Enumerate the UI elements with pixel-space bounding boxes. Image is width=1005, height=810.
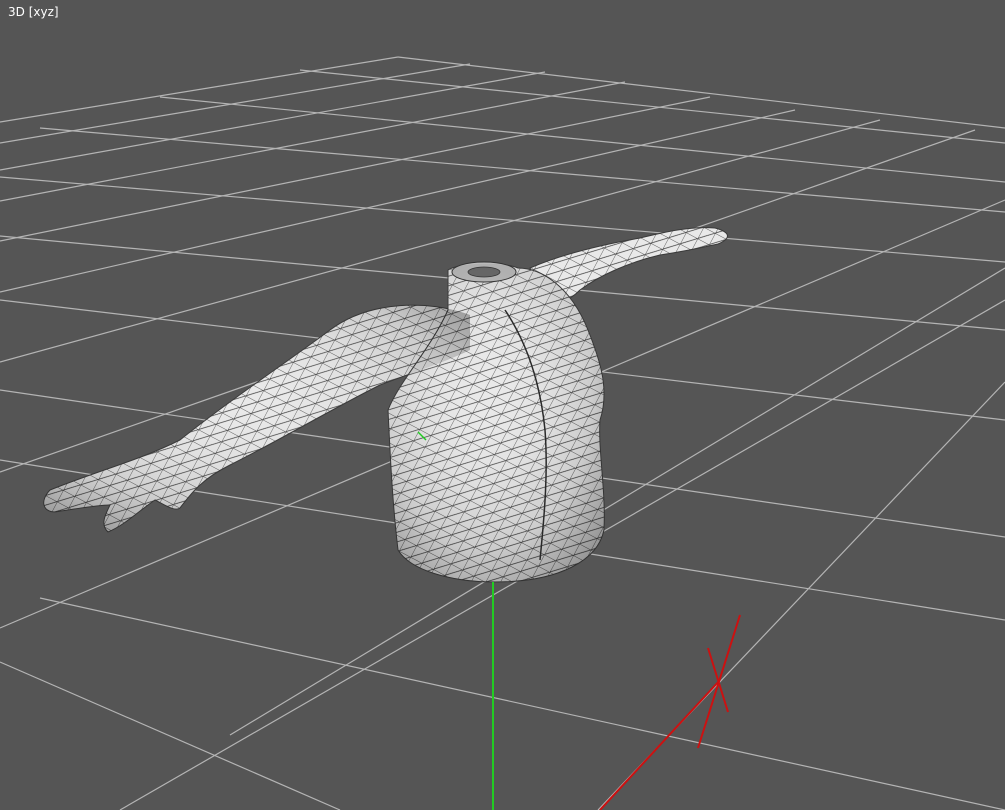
x-axis-line [599, 679, 721, 810]
body-mesh[interactable] [43, 227, 728, 583]
x-axis-marker-b [707, 647, 729, 713]
scene-canvas[interactable] [0, 0, 1005, 810]
axis-gizmo [492, 582, 741, 810]
viewport-label: 3D [xyz] [8, 5, 59, 19]
3d-viewport[interactable]: 3D [xyz] [0, 0, 1005, 810]
